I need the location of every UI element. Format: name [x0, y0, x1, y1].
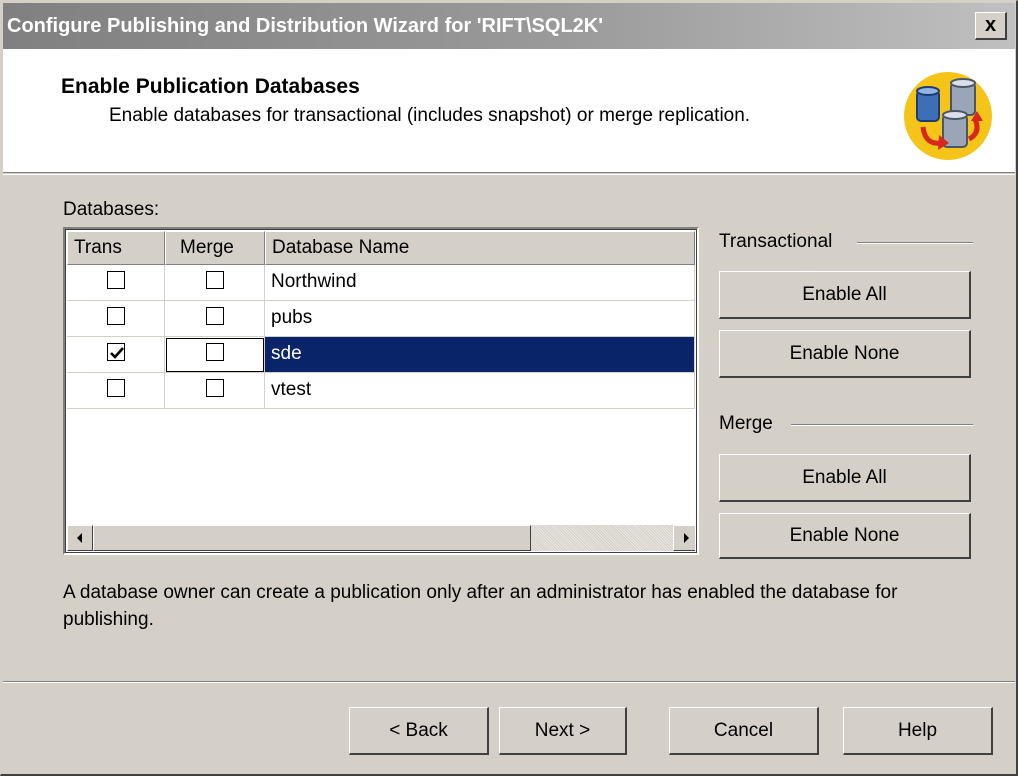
- arrow-left-icon: [77, 533, 82, 543]
- database-name[interactable]: pubs: [265, 301, 695, 337]
- column-header-merge[interactable]: Merge: [165, 231, 265, 265]
- merge-enable-all-button[interactable]: Enable All: [719, 454, 971, 502]
- table-row-selected[interactable]: sde: [67, 337, 695, 373]
- transactional-group-label: Transactional: [719, 231, 833, 252]
- merge-group-label: Merge: [719, 413, 773, 434]
- arrow-right-icon: [684, 533, 689, 543]
- trans-checkbox[interactable]: [106, 378, 125, 397]
- trans-cell[interactable]: [67, 337, 165, 373]
- window-title: Configure Publishing and Distribution Wi…: [7, 15, 603, 37]
- merge-checkbox[interactable]: [205, 270, 224, 289]
- publishing-note: A database owner can create a publicatio…: [63, 582, 898, 630]
- close-button[interactable]: x: [975, 12, 1007, 40]
- database-name[interactable]: Northwind: [265, 265, 695, 301]
- help-button[interactable]: Help: [843, 707, 993, 755]
- back-button[interactable]: < Back: [349, 707, 489, 755]
- grid-header: Trans Merge Database Name: [67, 231, 695, 265]
- trans-cell[interactable]: [67, 265, 165, 301]
- trans-cell[interactable]: [67, 301, 165, 337]
- scrollbar-thumb[interactable]: [93, 525, 531, 551]
- table-row[interactable]: Northwind: [67, 265, 695, 301]
- page-subtitle: Enable databases for transactional (incl…: [109, 105, 751, 126]
- merge-cell[interactable]: [165, 301, 265, 337]
- footer-divider: [3, 681, 1015, 683]
- merge-cell[interactable]: [165, 265, 265, 301]
- transactional-enable-none-button[interactable]: Enable None: [719, 330, 971, 378]
- transactional-divider: [857, 242, 973, 244]
- wizard-header: Enable Publication Databases Enable data…: [3, 49, 1015, 173]
- trans-cell[interactable]: [67, 373, 165, 409]
- checkmark-icon: [109, 347, 124, 359]
- cancel-button[interactable]: Cancel: [669, 707, 819, 755]
- scroll-right-button[interactable]: [673, 525, 695, 551]
- trans-checkbox[interactable]: [106, 306, 125, 325]
- page-title: Enable Publication Databases: [61, 75, 360, 98]
- horizontal-scrollbar[interactable]: [67, 525, 695, 551]
- transactional-enable-all-button[interactable]: Enable All: [719, 271, 971, 319]
- merge-checkbox[interactable]: [205, 378, 224, 397]
- scroll-left-button[interactable]: [67, 525, 93, 551]
- database-name[interactable]: sde: [265, 337, 695, 373]
- databases-grid[interactable]: Trans Merge Database Name Northwind pubs: [63, 227, 699, 555]
- trans-checkbox-checked[interactable]: [106, 342, 125, 361]
- merge-checkbox[interactable]: [205, 342, 224, 361]
- merge-checkbox[interactable]: [205, 306, 224, 325]
- next-button[interactable]: Next >: [499, 707, 627, 755]
- databases-label: Databases:: [63, 199, 160, 220]
- table-row[interactable]: vtest: [67, 373, 695, 409]
- wizard-window: Configure Publishing and Distribution Wi…: [0, 0, 1018, 776]
- table-row[interactable]: pubs: [67, 301, 695, 337]
- column-header-trans[interactable]: Trans: [67, 231, 165, 265]
- trans-checkbox[interactable]: [106, 270, 125, 289]
- merge-enable-none-button[interactable]: Enable None: [719, 513, 971, 559]
- merge-cell[interactable]: [165, 373, 265, 409]
- merge-cell-focused[interactable]: [165, 337, 265, 373]
- column-header-database-name[interactable]: Database Name: [265, 231, 695, 265]
- merge-divider: [791, 424, 973, 426]
- database-name[interactable]: vtest: [265, 373, 695, 409]
- title-bar[interactable]: Configure Publishing and Distribution Wi…: [3, 3, 1015, 49]
- database-replication-icon: [904, 72, 992, 160]
